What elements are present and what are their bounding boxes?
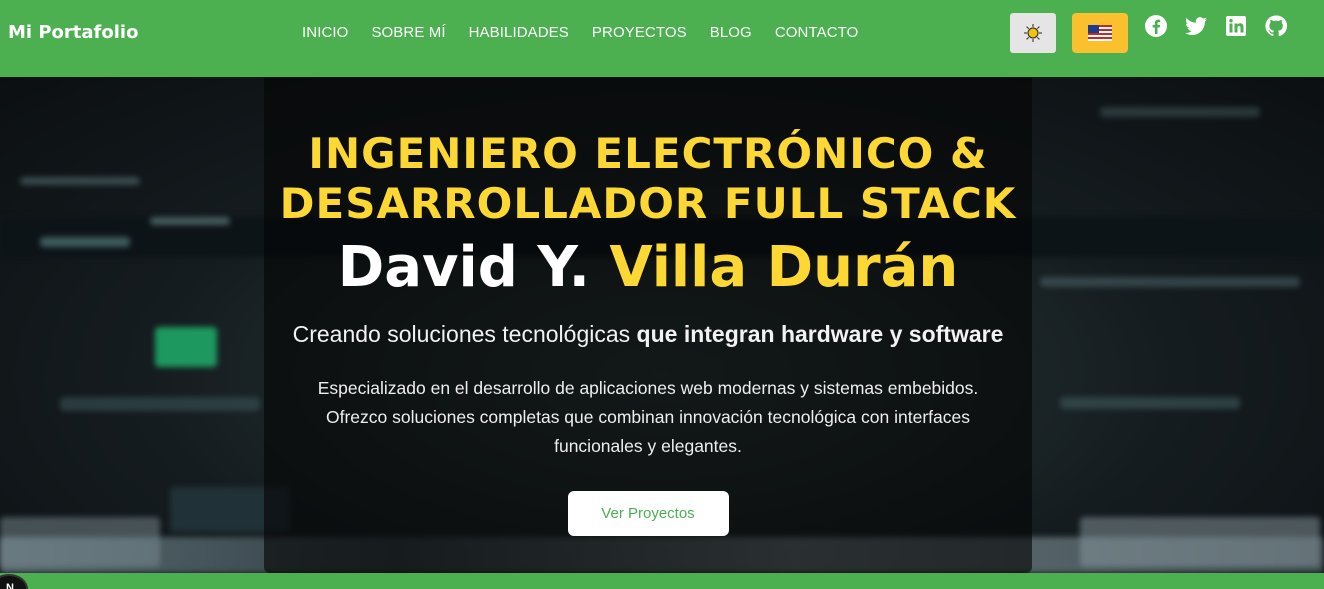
headline-line-1: INGENIERO ELECTRÓNICO & xyxy=(308,129,988,178)
sun-icon xyxy=(1024,24,1042,42)
headline-line-2: DESARROLLADOR FULL STACK xyxy=(279,179,1017,228)
name-first: David Y. xyxy=(337,235,590,300)
name-last: Villa Durán xyxy=(609,235,959,300)
nav-links: INICIO SOBRE MÍ HABILIDADES PROYECTOS BL… xyxy=(302,24,881,41)
github-icon[interactable] xyxy=(1264,14,1288,38)
language-toggle-button[interactable] xyxy=(1072,13,1128,53)
us-flag-icon xyxy=(1088,25,1112,41)
linkedin-icon[interactable] xyxy=(1224,14,1248,38)
facebook-icon[interactable] xyxy=(1144,14,1168,38)
section-divider xyxy=(0,573,1324,589)
navbar: Mi Portafolio INICIO SOBRE MÍ HABILIDADE… xyxy=(0,0,1324,77)
description-line-2: Ofrezco soluciones completas que combina… xyxy=(326,407,970,427)
twitter-icon[interactable] xyxy=(1184,14,1208,38)
theme-toggle-button[interactable] xyxy=(1010,13,1056,53)
tagline-light: Creando soluciones tecnológicas xyxy=(292,321,631,347)
hero-card: INGENIERO ELECTRÓNICO & DESARROLLADOR FU… xyxy=(264,77,1032,573)
brand-logo[interactable]: Mi Portafolio xyxy=(8,22,138,43)
description-line-3: funcionales y elegantes. xyxy=(554,436,742,456)
description-line-1: Especializado en el desarrollo de aplica… xyxy=(317,378,979,398)
nav-link-blog[interactable]: BLOG xyxy=(710,24,752,41)
hero-description: Especializado en el desarrollo de aplica… xyxy=(303,374,993,461)
hero-headline: INGENIERO ELECTRÓNICO & DESARROLLADOR FU… xyxy=(264,129,1032,229)
tagline-bold: que integran hardware y software xyxy=(636,321,1004,347)
hero-name: David Y. Villa Durán xyxy=(264,233,1032,303)
nav-link-habilidades[interactable]: HABILIDADES xyxy=(469,24,569,41)
nav-link-proyectos[interactable]: PROYECTOS xyxy=(592,24,687,41)
nav-link-sobre-mi[interactable]: SOBRE MÍ xyxy=(371,24,445,41)
hero-tagline: Creando soluciones tecnológicas que inte… xyxy=(264,321,1032,348)
view-projects-button[interactable]: Ver Proyectos xyxy=(567,491,729,536)
nav-link-inicio[interactable]: INICIO xyxy=(302,24,348,41)
nav-link-contacto[interactable]: CONTACTO xyxy=(775,24,859,41)
social-links xyxy=(1144,14,1288,38)
